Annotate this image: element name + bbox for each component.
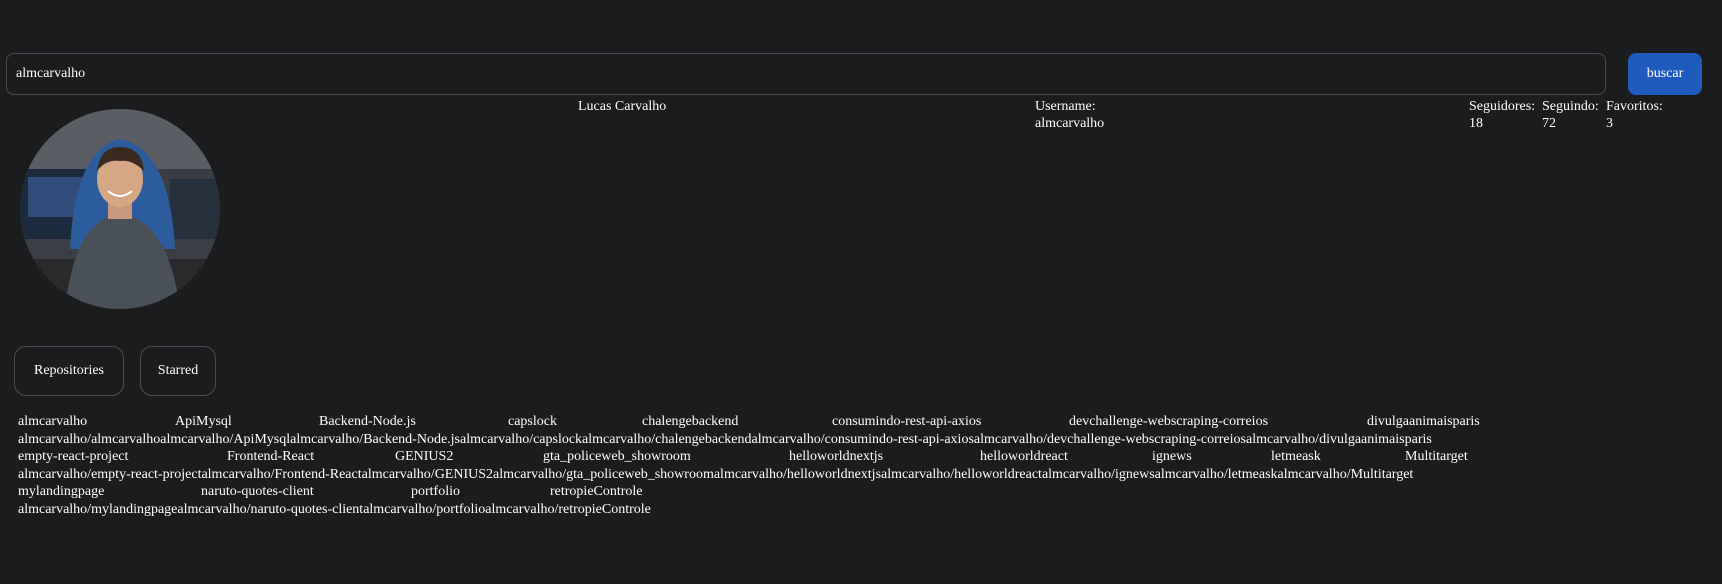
repo-names-row: empty-react-project Frontend-React GENIU… xyxy=(18,448,1618,465)
repo-name[interactable]: Frontend-React xyxy=(227,448,314,465)
repo-name[interactable]: empty-react-project xyxy=(18,448,128,465)
repo-paths-row: almcarvalho/mylandingpagealmcarvalho/nar… xyxy=(18,502,651,517)
repo-name[interactable]: helloworldreact xyxy=(980,448,1068,465)
repo-names-row: almcarvalho ApiMysql Backend-Node.js cap… xyxy=(18,413,1618,430)
repo-name[interactable]: divulgaanimaisparis xyxy=(1367,413,1480,430)
repo-name[interactable]: consumindo-rest-api-axios xyxy=(832,413,981,430)
repo-names-row: mylandingpage naruto-quotes-client portf… xyxy=(18,483,1618,500)
username-label: Username: xyxy=(1035,99,1096,114)
repo-name[interactable]: Backend-Node.js xyxy=(319,413,416,430)
repo-name[interactable]: gta_policeweb_showroom xyxy=(543,448,691,465)
followers-label: Seguidores: xyxy=(1469,99,1536,114)
repo-name[interactable]: helloworldnextjs xyxy=(789,448,883,465)
repo-name[interactable]: capslock xyxy=(508,413,557,430)
repo-name[interactable]: letmeask xyxy=(1271,448,1321,465)
tab-starred[interactable]: Starred xyxy=(140,346,216,396)
avatar xyxy=(20,109,220,309)
repo-name[interactable]: Multitarget xyxy=(1405,448,1468,465)
avatar-photo xyxy=(20,109,220,309)
repo-name[interactable]: chalengebackend xyxy=(642,413,738,430)
search-button[interactable]: buscar xyxy=(1628,53,1702,95)
username-value: almcarvalho xyxy=(1035,116,1105,131)
repo-name[interactable]: almcarvalho xyxy=(18,413,87,430)
repo-name[interactable]: GENIUS2 xyxy=(395,448,453,465)
repo-name[interactable]: portfolio xyxy=(411,483,460,500)
repo-name[interactable]: mylandingpage xyxy=(18,483,104,500)
repo-name[interactable]: ignews xyxy=(1152,448,1192,465)
repo-paths-row: almcarvalho/almcarvalhoalmcarvalho/ApiMy… xyxy=(18,432,1432,447)
followers-count: 18 xyxy=(1469,116,1483,131)
repo-name[interactable]: ApiMysql xyxy=(175,413,232,430)
following-label: Seguindo: xyxy=(1542,99,1599,114)
repo-name[interactable]: retropieControle xyxy=(550,483,643,500)
favorites-count: 3 xyxy=(1606,116,1613,131)
favorites-label: Favoritos: xyxy=(1606,99,1663,114)
repo-name[interactable]: naruto-quotes-client xyxy=(201,483,314,500)
repo-paths-row: almcarvalho/empty-react-projectalmcarval… xyxy=(18,467,1414,482)
following-count: 72 xyxy=(1542,116,1556,131)
repo-name[interactable]: devchallenge-webscraping-correios xyxy=(1069,413,1268,430)
search-input[interactable] xyxy=(6,53,1606,95)
profile-name: Lucas Carvalho xyxy=(578,99,667,114)
tab-repositories[interactable]: Repositories xyxy=(14,346,124,396)
